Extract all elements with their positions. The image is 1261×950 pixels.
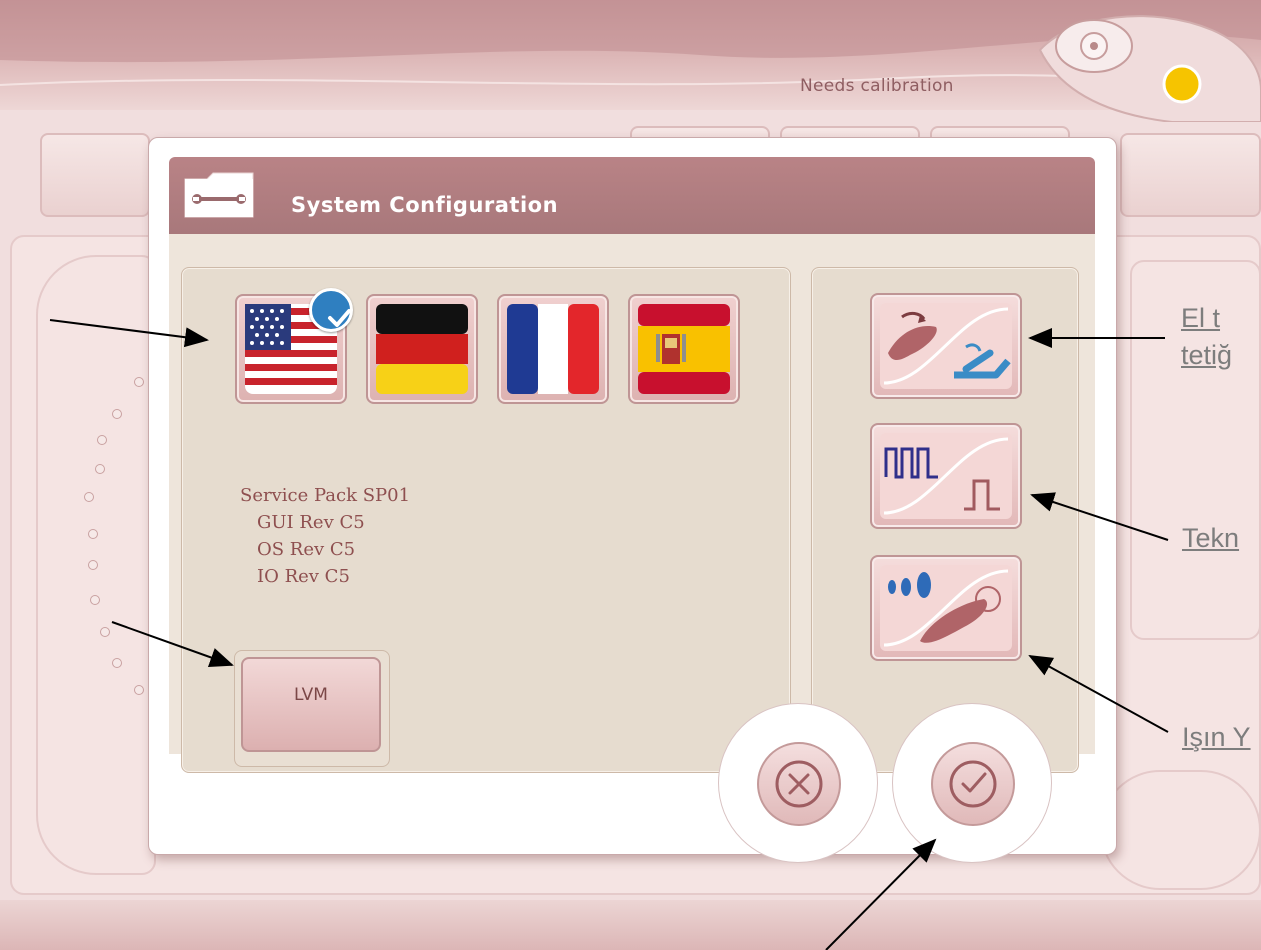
os-revision-label: OS Rev C5 — [257, 539, 356, 560]
cancel-button[interactable] — [757, 742, 841, 826]
version-info: Service Pack SP01 GUI Rev C5 OS Rev C5 I… — [240, 482, 410, 590]
callout-handpiece-line1: El t — [1181, 303, 1221, 333]
bg-report-button — [1100, 770, 1261, 890]
confirm-check-icon — [949, 760, 997, 808]
pulse-mode-icon — [880, 433, 1012, 519]
dial-dot — [84, 492, 94, 502]
lvm-button[interactable]: LVM — [241, 657, 381, 752]
confirm-button-frame — [892, 703, 1052, 863]
dial-dot — [112, 409, 122, 419]
callout-handpiece-line2: tetiğ — [1181, 340, 1233, 370]
status-text: Needs calibration — [800, 76, 954, 96]
language-button-french[interactable] — [497, 294, 609, 404]
confirm-button[interactable] — [931, 742, 1015, 826]
selected-check-icon — [309, 288, 353, 332]
dial-dot — [112, 658, 122, 668]
language-button-english[interactable] — [235, 288, 353, 404]
handpiece-footswitch-icon — [880, 303, 1012, 389]
cancel-button-frame — [718, 703, 878, 863]
eye-logo-icon — [1038, 15, 1261, 122]
top-bar: Needs calibration — [0, 0, 1261, 122]
lvm-frame: LVM — [234, 650, 390, 767]
germany-flag-icon — [376, 304, 468, 394]
dial-dot — [88, 529, 98, 539]
dialog-header: System Configuration — [169, 157, 1095, 234]
bg-tab-5 — [1120, 133, 1261, 217]
handpiece-trigger-button[interactable] — [870, 293, 1022, 399]
gui-revision-label: GUI Rev C5 — [257, 512, 365, 533]
service-pack-label: Service Pack SP01 — [240, 485, 411, 506]
dialog-title: System Configuration — [291, 193, 559, 217]
dial-dot — [95, 464, 105, 474]
dial-dot — [100, 627, 110, 637]
beam-settings-button[interactable] — [870, 555, 1022, 661]
language-button-german[interactable] — [366, 294, 478, 404]
dial-dot — [88, 560, 98, 570]
technique-mode-button[interactable] — [870, 423, 1022, 529]
wrench-folder-icon — [184, 172, 254, 218]
dial-dot — [97, 435, 107, 445]
bg-tab-1 — [40, 133, 150, 217]
io-revision-label: IO Rev C5 — [257, 566, 350, 587]
beam-spot-icon — [880, 565, 1012, 651]
callout-technique: Tekn — [1182, 523, 1240, 553]
france-flag-icon — [507, 304, 599, 394]
callout-beam: Işın Y — [1182, 722, 1251, 752]
bottom-bar — [0, 900, 1261, 950]
dial-dot — [90, 595, 100, 605]
dial-dot — [134, 685, 144, 695]
language-button-spanish[interactable] — [628, 294, 740, 404]
spain-flag-icon — [638, 304, 730, 394]
dial-dot — [134, 377, 144, 387]
cancel-icon — [775, 760, 823, 808]
